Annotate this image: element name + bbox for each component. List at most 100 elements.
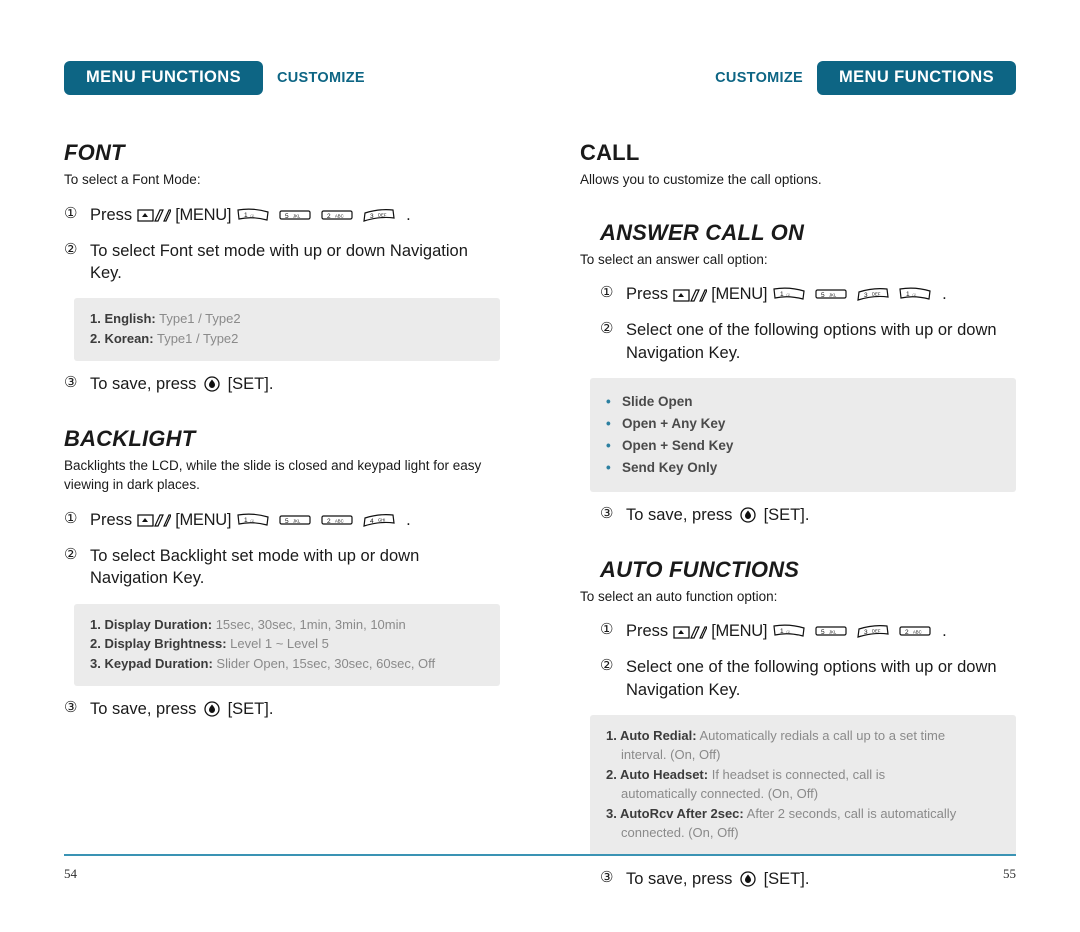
save-instruction: To save, press [SET].	[90, 698, 500, 720]
step-text: Select one of the following options with…	[626, 321, 997, 362]
svg-text:☉: ☉	[250, 214, 255, 220]
infobox-value-continued: automatically connected. (On, Off)	[621, 786, 819, 802]
svg-text:2: 2	[905, 629, 909, 636]
infobox-bullet-row: • Open + Any Key	[606, 413, 1000, 435]
set-key-icon	[204, 376, 220, 393]
infobox-row: 1. Display Duration: 15sec, 30sec, 1min,…	[90, 615, 484, 635]
menu-key-icon	[137, 512, 173, 528]
svg-text:☉: ☉	[786, 293, 791, 299]
step-number: ③	[64, 699, 78, 717]
infobox-font-options: 1. English: Type1 / Type2 2. Korean: Typ…	[74, 298, 500, 362]
step-auto-functions-2: ② Select one of the following options wi…	[600, 656, 1016, 701]
infobox-label: 2. Korean:	[90, 330, 154, 346]
right-running-head: CUSTOMIZE MENU FUNCTIONS	[580, 60, 1016, 96]
bullet-icon: •	[606, 437, 611, 453]
infobox-row: 2. Korean: Type1 / Type2	[90, 329, 484, 349]
menu-key-icon	[673, 287, 709, 302]
infobox-backlight-options: 1. Display Duration: 15sec, 30sec, 1min,…	[74, 603, 500, 687]
svg-text:JKL: JKL	[829, 293, 837, 298]
step-answer-call-1: ① Press [MENU] 1 ☉ 5 JKL 3 DEF 1 ☉ .	[600, 283, 1016, 305]
svg-text:3: 3	[864, 292, 868, 299]
press-sequence-backlight: Press [MENU] 1 ☉ 5 JKL 2 ABC 4 GHI .	[90, 509, 500, 531]
svg-text:3: 3	[864, 629, 868, 636]
keypad-key-3-icon: 3 DEF	[856, 623, 890, 639]
press-word: Press	[90, 205, 133, 224]
step-backlight-3-save: ③ To save, press [SET].	[64, 698, 500, 720]
svg-text:ABC: ABC	[913, 630, 922, 635]
press-sequence-answer-call: Press [MENU] 1 ☉ 5 JKL 3 DEF 1 ☉ .	[626, 283, 1016, 305]
footer-rule	[64, 854, 540, 856]
step-font-2: ② To select Font set mode with up or dow…	[64, 240, 500, 285]
svg-text:DEF: DEF	[872, 292, 881, 297]
left-section-tag-customize: CUSTOMIZE	[277, 70, 365, 86]
trailing-period: .	[406, 510, 411, 529]
keypad-key-5-icon: 5 JKL	[278, 207, 312, 223]
svg-text:5: 5	[821, 292, 825, 299]
keypad-key-1-icon: 1 ☉	[772, 286, 806, 302]
infobox-answer-call-options: • Slide Open • Open + Any Key • Open + Send…	[590, 377, 1016, 493]
infobox-label: 2. Auto Headset:	[606, 766, 709, 782]
section-backlight: BACKLIGHT Backlights the LCD, while the …	[64, 426, 500, 721]
trailing-period: .	[406, 205, 411, 224]
press-word: Press	[626, 622, 669, 641]
lead-auto-functions: To select an auto function option:	[580, 588, 778, 604]
press-word: Press	[90, 510, 133, 529]
step-font-1: ① Press [MENU] 1 ☉ 5 JKL 2 ABC 3 DEF .	[64, 204, 500, 226]
right-page: CUSTOMIZE MENU FUNCTIONS CALL Allows you…	[540, 0, 1080, 932]
heading-auto-functions: AUTO FUNCTIONS	[600, 556, 800, 582]
keypad-key-5-icon: 5 JKL	[278, 512, 312, 528]
lead-answer-call-on: To select an answer call option:	[580, 251, 768, 267]
step-answer-call-3-save: ③ To save, press [SET].	[600, 504, 1016, 526]
step-number: ①	[600, 284, 614, 302]
bullet-icon: •	[606, 393, 611, 409]
step-number: ②	[600, 657, 614, 675]
save-prefix: To save, press	[90, 375, 197, 394]
infobox-label: Slide Open	[622, 393, 693, 409]
infobox-auto-functions-options: 1. Auto Redial: Automatically redials a …	[590, 714, 1016, 856]
page-number-right: 55	[1003, 866, 1016, 881]
infobox-value: Automatically redials a call up to a set…	[699, 727, 946, 743]
left-footer: 54	[0, 840, 540, 932]
lead-backlight: Backlights the LCD, while the slide is c…	[64, 457, 482, 493]
press-sequence-font: Press [MENU] 1 ☉ 5 JKL 2 ABC 3 DEF .	[90, 204, 500, 226]
heading-backlight: BACKLIGHT	[64, 425, 196, 451]
svg-text:5: 5	[821, 629, 825, 636]
footer-rule	[540, 854, 1016, 856]
svg-text:3: 3	[370, 213, 374, 220]
step-text: To select Font set mode with up or down …	[90, 241, 468, 283]
svg-text:JKL: JKL	[293, 213, 301, 218]
infobox-value: Type1 / Type2	[159, 311, 241, 327]
lead-call: Allows you to customize the call options…	[580, 172, 822, 187]
step-number: ①	[64, 204, 78, 222]
svg-text:JKL: JKL	[293, 518, 301, 523]
infobox-value: Level 1 ~ Level 5	[230, 636, 329, 652]
menu-label: [MENU]	[175, 205, 232, 224]
page-number-left: 54	[64, 866, 77, 881]
svg-text:1: 1	[906, 291, 910, 298]
menu-label: [MENU]	[711, 285, 768, 304]
step-number: ③	[64, 374, 78, 392]
keypad-key-4-icon: 4 GHI	[362, 512, 396, 528]
press-word: Press	[626, 285, 669, 304]
keypad-key-1-icon: 1 ☉	[236, 512, 270, 528]
menu-key-icon	[673, 624, 709, 639]
step-number: ②	[64, 240, 78, 258]
svg-text:ABC: ABC	[335, 518, 344, 523]
infobox-label: 1. Auto Redial:	[606, 727, 697, 743]
step-number: ②	[600, 320, 614, 338]
infobox-value: 15sec, 30sec, 1min, 3min, 10min	[215, 616, 406, 632]
svg-text:1: 1	[244, 517, 248, 524]
svg-text:☉: ☉	[786, 630, 791, 636]
set-key-icon	[204, 701, 220, 717]
left-running-head: MENU FUNCTIONS CUSTOMIZE	[64, 60, 500, 96]
left-banner-menu-functions: MENU FUNCTIONS	[64, 61, 264, 95]
section-call: CALL Allows you to customize the call op…	[580, 140, 1016, 190]
section-answer-call-on: ANSWER CALL ON To select an answer call …	[580, 220, 1016, 527]
keypad-key-3-icon: 3 DEF	[362, 207, 396, 223]
infobox-label: Send Key Only	[622, 459, 718, 475]
step-number: ③	[600, 505, 614, 523]
infobox-label: 3. Keypad Duration:	[90, 655, 213, 671]
keypad-key-1-icon: 1 ☉	[236, 207, 270, 223]
infobox-bullet-row: • Open + Send Key	[606, 435, 1000, 457]
menu-key-icon	[137, 207, 173, 222]
